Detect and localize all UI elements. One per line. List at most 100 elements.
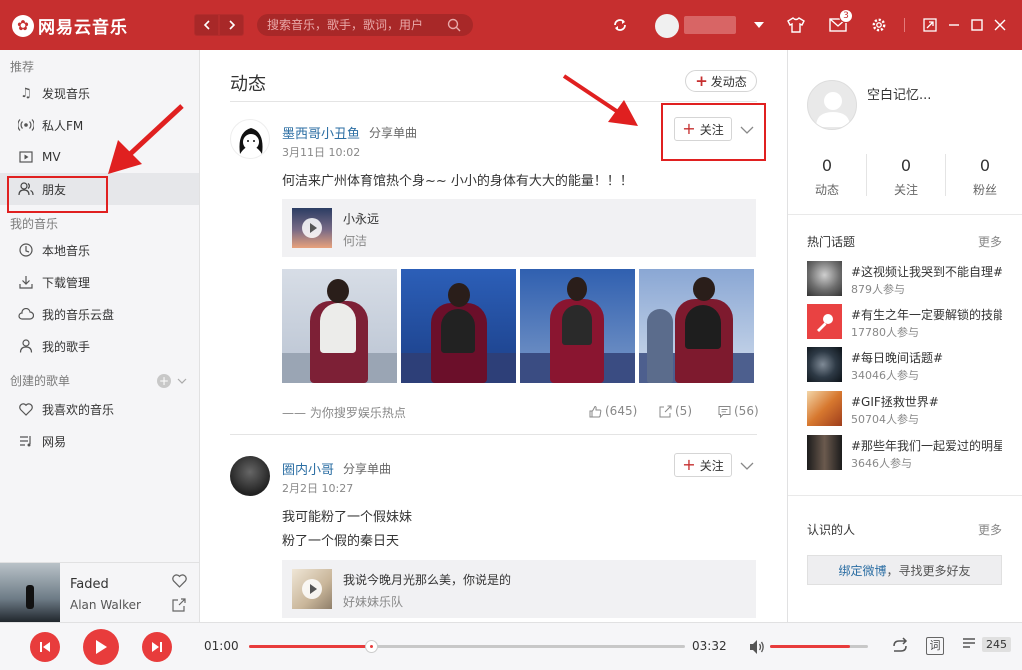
topic-item[interactable]: #GIF拯救世界# 50704人参与 bbox=[807, 391, 1002, 427]
sidebar-item-singers[interactable]: 我的歌手 bbox=[0, 330, 199, 362]
people-more-link[interactable]: 更多 bbox=[978, 521, 1002, 538]
topic-item[interactable]: #每日晚间话题# 34046人参与 bbox=[807, 347, 1002, 383]
topic-thumbnail bbox=[807, 347, 842, 382]
stat-posts[interactable]: 0 动态 bbox=[788, 156, 866, 198]
profile-username[interactable]: 空白记忆... bbox=[867, 84, 931, 103]
post-photo[interactable] bbox=[639, 269, 754, 383]
comment-count-text: (56) bbox=[734, 404, 759, 418]
post-username[interactable]: 圈内小哥 bbox=[282, 459, 334, 478]
sidebar-item-label: 下载管理 bbox=[42, 275, 91, 290]
tshirt-icon bbox=[787, 17, 805, 33]
profile-avatar[interactable] bbox=[807, 80, 857, 130]
stat-followers[interactable]: 0 粉丝 bbox=[946, 156, 1022, 198]
bind-weibo-button[interactable]: 绑定微博 ，寻找更多好友 bbox=[807, 555, 1002, 585]
post-avatar[interactable] bbox=[230, 119, 270, 159]
forward-button[interactable] bbox=[219, 14, 244, 36]
titlebar-divider bbox=[904, 18, 905, 32]
bind-weibo-link[interactable]: 绑定微博 bbox=[838, 562, 886, 579]
playlist-icon bbox=[963, 638, 975, 648]
repeat-icon[interactable] bbox=[890, 636, 910, 656]
settings-button[interactable] bbox=[868, 14, 890, 36]
stat-value: 0 bbox=[900, 156, 912, 175]
song-cover[interactable] bbox=[292, 208, 332, 248]
post-username[interactable]: 墨西哥小丑鱼 bbox=[282, 123, 360, 142]
add-playlist-icon[interactable]: + bbox=[157, 373, 171, 388]
stat-label: 粉丝 bbox=[972, 183, 997, 197]
section-created-label: 创建的歌单 bbox=[10, 374, 71, 388]
topic-title: #每日晚间话题# bbox=[851, 351, 944, 365]
maximize-button[interactable] bbox=[966, 14, 988, 36]
history-nav bbox=[194, 14, 244, 36]
shared-song-card[interactable]: 小永远 何洁 bbox=[282, 199, 756, 257]
post-photo[interactable] bbox=[401, 269, 516, 383]
play-icon[interactable] bbox=[302, 579, 322, 599]
shared-song-card[interactable]: 我说今晚月光那么美，你说是的 好妹妹乐队 bbox=[282, 560, 756, 618]
skin-button[interactable] bbox=[785, 14, 807, 36]
download-icon bbox=[18, 274, 34, 290]
post-avatar[interactable] bbox=[230, 456, 270, 496]
progress-bar[interactable] bbox=[249, 640, 685, 653]
topic-item[interactable]: #这视频让我哭到不能自理# 879人参与 bbox=[807, 261, 1002, 297]
user-menu-dropdown[interactable] bbox=[748, 14, 770, 36]
maximize-icon bbox=[971, 19, 983, 31]
volume-icon[interactable] bbox=[748, 638, 766, 656]
hot-topics-more-link[interactable]: 更多 bbox=[978, 233, 1002, 250]
sidebar-item-playlist-netease[interactable]: 网易 bbox=[0, 425, 199, 457]
mini-mode-button[interactable] bbox=[919, 14, 941, 36]
playlist-button[interactable]: 245 bbox=[962, 636, 1011, 652]
back-button[interactable] bbox=[194, 14, 219, 36]
people-you-know-title: 认识的人 bbox=[807, 523, 856, 537]
now-playing-mini[interactable]: Faded Alan Walker bbox=[0, 562, 200, 623]
follow-label: 关注 bbox=[699, 458, 724, 473]
play-pause-button[interactable] bbox=[83, 629, 119, 665]
progress-knob[interactable] bbox=[365, 640, 379, 653]
new-post-button[interactable]: + 发动态 bbox=[685, 70, 757, 92]
minimize-icon bbox=[949, 24, 959, 26]
username-blurred[interactable] bbox=[684, 16, 736, 34]
close-button[interactable] bbox=[989, 14, 1011, 36]
lyrics-button[interactable]: 词 bbox=[926, 637, 944, 655]
topic-title: #有生之年一定要解锁的技能# bbox=[851, 308, 1002, 322]
sidebar-item-local-music[interactable]: 本地音乐 bbox=[0, 234, 199, 266]
collapse-chevron-icon[interactable] bbox=[177, 378, 187, 384]
search-box[interactable] bbox=[257, 14, 473, 36]
default-avatar-icon bbox=[816, 92, 850, 127]
volume-slider[interactable] bbox=[770, 645, 868, 648]
play-icon[interactable] bbox=[302, 218, 322, 238]
divider bbox=[788, 214, 1022, 215]
post-photo[interactable] bbox=[520, 269, 635, 383]
share-count[interactable]: (5) bbox=[659, 404, 692, 418]
topic-item[interactable]: #那些年我们一起爱过的明星# 3646人参与 bbox=[807, 435, 1002, 471]
topic-item[interactable]: #有生之年一定要解锁的技能# 17780人参与 bbox=[807, 304, 1002, 340]
caret-down-icon bbox=[754, 22, 764, 28]
sidebar-item-liked-music[interactable]: 我喜欢的音乐 bbox=[0, 393, 199, 425]
minimize-button[interactable] bbox=[943, 14, 965, 36]
app-logo[interactable]: ✿ 网易云音乐 bbox=[12, 13, 128, 38]
previous-track-button[interactable] bbox=[30, 632, 60, 662]
now-playing-cover[interactable] bbox=[0, 563, 60, 623]
topic-title: #那些年我们一起爱过的明星# bbox=[851, 439, 1002, 453]
search-input[interactable] bbox=[267, 18, 447, 32]
annotation-box-friends bbox=[7, 176, 108, 213]
title-bar: ✿ 网易云音乐 3 bbox=[0, 0, 1022, 50]
sidebar-item-cloud[interactable]: 我的音乐云盘 bbox=[0, 298, 199, 330]
user-avatar[interactable] bbox=[655, 14, 679, 38]
next-track-button[interactable] bbox=[142, 632, 172, 662]
shared-song-title: 我说今晚月光那么美，你说是的 bbox=[343, 573, 512, 587]
song-cover[interactable] bbox=[292, 569, 332, 609]
thumbs-up-icon bbox=[589, 405, 602, 417]
total-time: 03:32 bbox=[692, 639, 727, 653]
like-count[interactable]: (645) bbox=[589, 404, 637, 418]
sidebar-item-downloads[interactable]: 下载管理 bbox=[0, 266, 199, 298]
search-icon[interactable] bbox=[447, 18, 461, 32]
follow-button[interactable]: + 关注 bbox=[674, 453, 732, 477]
play-icon bbox=[96, 640, 107, 654]
comment-count[interactable]: (56) bbox=[718, 404, 759, 418]
post-photo[interactable] bbox=[282, 269, 397, 383]
share-song-icon[interactable] bbox=[172, 598, 186, 612]
sync-button[interactable] bbox=[609, 14, 631, 36]
divider bbox=[230, 101, 757, 102]
like-song-icon[interactable] bbox=[172, 574, 187, 592]
post-options-chevron-icon[interactable] bbox=[740, 461, 754, 471]
stat-following[interactable]: 0 关注 bbox=[867, 156, 945, 198]
